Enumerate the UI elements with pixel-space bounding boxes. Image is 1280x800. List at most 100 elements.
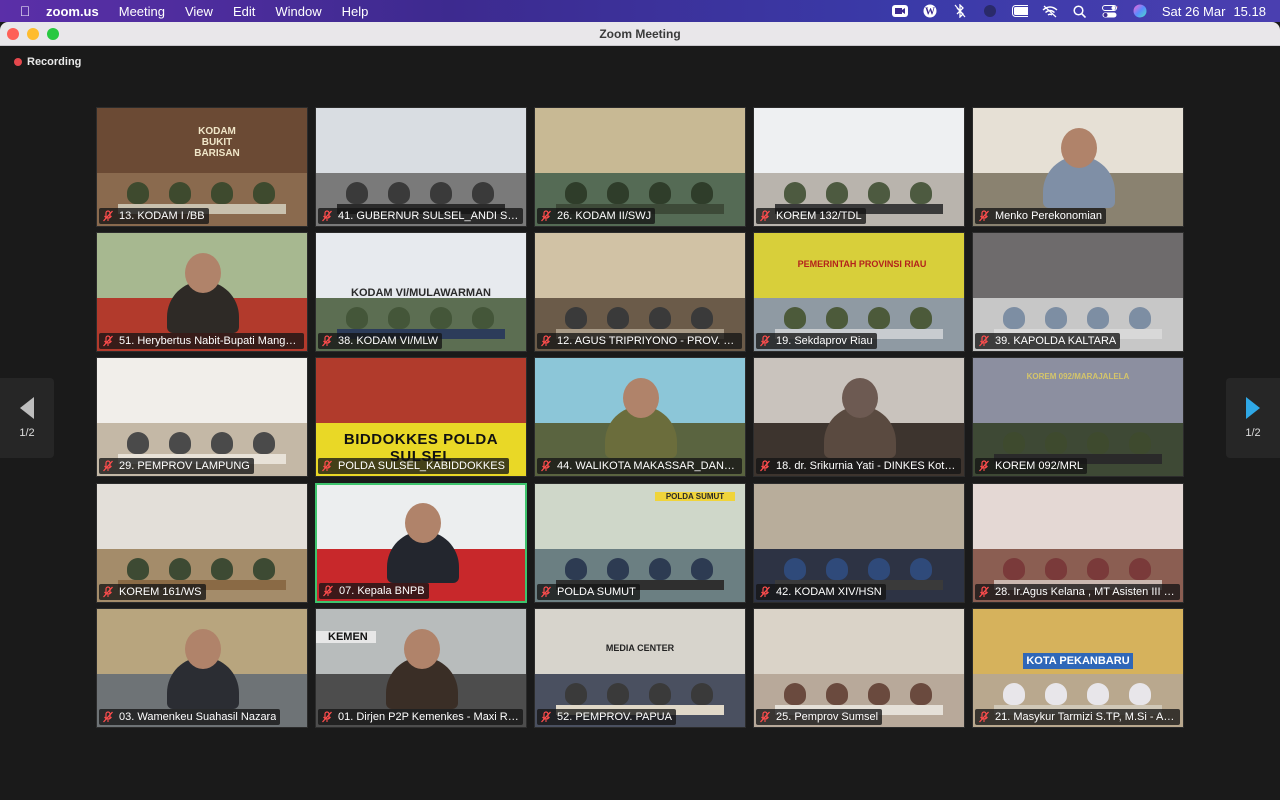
participant-tile[interactable]: Menko Perekonomian xyxy=(972,107,1184,227)
zoom-icon[interactable] xyxy=(891,4,908,18)
status-icon[interactable] xyxy=(982,4,998,18)
participant-tile[interactable]: 25. Pemprov Sumsel xyxy=(753,608,965,728)
participant-tile[interactable]: KODAM VI/MULAWARMAN 38. KODAM VI/MLW xyxy=(315,232,527,352)
mic-muted-icon xyxy=(102,711,114,723)
participant-name: 21. Masykur Tarmizi S.TP, M.Si - Asi... xyxy=(995,711,1176,723)
mic-muted-icon xyxy=(978,335,990,347)
participant-tile[interactable]: KOREM 161/WS xyxy=(96,483,308,603)
participant-tile[interactable]: KOREM 132/TDL xyxy=(753,107,965,227)
menu-window[interactable]: Window xyxy=(275,4,321,19)
room-banner-text: KOTA PEKANBARU xyxy=(1023,653,1133,669)
wordpress-icon[interactable]: W xyxy=(922,4,938,18)
participant-tile[interactable]: KOREM 092/MARAJALELA KOREM 092/MRL xyxy=(972,357,1184,477)
participant-name-label: 42. KODAM XIV/HSN xyxy=(756,584,886,600)
participant-tile[interactable]: 18. dr. Srikurnia Yati - DINKES Kota... xyxy=(753,357,965,477)
participant-name-label: 01. Dirjen P2P Kemenkes - Maxi Ro... xyxy=(318,709,523,725)
participant-name-label: 25. Pemprov Sumsel xyxy=(756,709,883,725)
participant-tile[interactable]: 39. KAPOLDA KALTARA xyxy=(972,232,1184,352)
mic-muted-icon xyxy=(322,585,334,597)
recording-indicator[interactable]: Recording xyxy=(14,56,81,68)
mic-muted-icon xyxy=(759,210,771,222)
participant-name-label: 18. dr. Srikurnia Yati - DINKES Kota... xyxy=(756,458,961,474)
next-page-button[interactable]: 1/2 xyxy=(1226,378,1280,458)
menu-meeting[interactable]: Meeting xyxy=(119,4,165,19)
mic-muted-icon xyxy=(321,210,333,222)
previous-page-label: 1/2 xyxy=(19,427,35,439)
participant-tile[interactable]: KEMEN 01. Dirjen P2P Kemenkes - Maxi Ro..… xyxy=(315,608,527,728)
participant-tile[interactable]: KODAM BUKIT BARISAN 13. KODAM I /BB xyxy=(96,107,308,227)
mic-muted-icon xyxy=(978,460,990,472)
participant-tile[interactable]: 28. Ir.Agus Kelana , MT Asisten III P... xyxy=(972,483,1184,603)
zoom-meeting-window: Zoom Meeting Recording 1/2 1/2 KODAM BUK… xyxy=(0,22,1280,800)
participant-name: 01. Dirjen P2P Kemenkes - Maxi Ro... xyxy=(338,711,519,723)
participant-tile[interactable]: 12. AGUS TRIPRIYONO - PROV. SU... xyxy=(534,232,746,352)
participant-tile[interactable]: 51. Herybertus Nabit-Bupati Mangg... xyxy=(96,232,308,352)
battery-icon[interactable] xyxy=(1011,4,1028,18)
menu-edit[interactable]: Edit xyxy=(233,4,255,19)
participant-tile[interactable]: 03. Wamenkeu Suahasil Nazara xyxy=(96,608,308,728)
participant-name-label: KOREM 161/WS xyxy=(99,584,206,600)
mic-muted-icon xyxy=(321,335,333,347)
recording-label: Recording xyxy=(27,56,82,68)
menu-app-name[interactable]: zoom.us xyxy=(46,4,99,19)
mic-muted-icon xyxy=(321,460,333,472)
participant-tile[interactable]: KOTA PEKANBARU 21. Masykur Tarmizi S.TP, … xyxy=(972,608,1184,728)
window-title: Zoom Meeting xyxy=(599,26,681,41)
svg-text:W: W xyxy=(925,7,935,18)
mic-muted-icon xyxy=(102,586,114,598)
participant-name: 39. KAPOLDA KALTARA xyxy=(995,335,1117,347)
participant-tile[interactable]: 42. KODAM XIV/HSN xyxy=(753,483,965,603)
search-icon[interactable] xyxy=(1072,4,1088,18)
room-banner-text: PEMERINTAH PROVINSI RIAU xyxy=(797,259,927,269)
participant-tile[interactable]: 44. WALIKOTA MAKASSAR_DANNY... xyxy=(534,357,746,477)
room-banner-text: MEDIA CENTER xyxy=(605,643,675,653)
participant-name: KOREM 132/TDL xyxy=(776,210,862,222)
participant-name-label: 13. KODAM I /BB xyxy=(99,208,209,224)
participant-tile[interactable]: 26. KODAM II/SWJ xyxy=(534,107,746,227)
participant-name-label: POLDA SUMUT xyxy=(537,584,640,600)
title-bar[interactable]: Zoom Meeting xyxy=(0,22,1280,46)
participant-name-label: 07. Kepala BNPB xyxy=(319,583,429,599)
participant-tile[interactable]: 07. Kepala BNPB xyxy=(315,483,527,603)
participant-name-label: 52. PEMPROV. PAPUA xyxy=(537,709,676,725)
participant-name: 18. dr. Srikurnia Yati - DINKES Kota... xyxy=(776,460,957,472)
wifi-off-icon[interactable] xyxy=(1042,4,1058,18)
participant-name-label: 41. GUBERNUR SULSEL_ANDI SUDI... xyxy=(318,208,523,224)
clock-time: 15.18 xyxy=(1233,3,1266,19)
control-center-icon[interactable] xyxy=(1101,4,1118,18)
menu-help[interactable]: Help xyxy=(342,4,369,19)
participant-name-label: KOREM 092/MRL xyxy=(975,458,1088,474)
participant-name: 25. Pemprov Sumsel xyxy=(776,711,879,723)
mic-muted-icon xyxy=(102,210,114,222)
siri-icon[interactable] xyxy=(1132,4,1148,18)
participant-name-label: 38. KODAM VI/MLW xyxy=(318,333,443,349)
bluetooth-off-icon[interactable] xyxy=(952,4,968,18)
previous-page-button[interactable]: 1/2 xyxy=(0,378,54,458)
participant-name: 07. Kepala BNPB xyxy=(339,585,425,597)
mic-muted-icon xyxy=(540,210,552,222)
menu-view[interactable]: View xyxy=(185,4,213,19)
mic-muted-icon xyxy=(759,335,771,347)
apple-icon[interactable]:  xyxy=(16,3,34,19)
participant-tile[interactable]: PEMERINTAH PROVINSI RIAU 19. Sekdaprov Ri… xyxy=(753,232,965,352)
participant-tile[interactable]: 41. GUBERNUR SULSEL_ANDI SUDI... xyxy=(315,107,527,227)
mic-muted-icon xyxy=(540,711,552,723)
participant-tile[interactable]: 29. PEMPROV LAMPUNG xyxy=(96,357,308,477)
participant-name-label: 44. WALIKOTA MAKASSAR_DANNY... xyxy=(537,458,742,474)
mic-muted-icon xyxy=(540,335,552,347)
participant-name: KOREM 161/WS xyxy=(119,586,202,598)
participant-tile[interactable]: BIDDOKKES POLDA SULSEL POLDA SULSEL_KABID… xyxy=(315,357,527,477)
mic-muted-icon xyxy=(540,460,552,472)
participant-name-label: KOREM 132/TDL xyxy=(756,208,866,224)
participant-tile[interactable]: MEDIA CENTER 52. PEMPROV. PAPUA xyxy=(534,608,746,728)
room-banner-text: KEMEN xyxy=(316,631,376,643)
menu-clock[interactable]: Sat 26 Mar 15.18 xyxy=(1162,4,1266,19)
room-banner-text: KODAM VI/MULAWARMAN xyxy=(351,287,491,299)
participant-name-label: 51. Herybertus Nabit-Bupati Mangg... xyxy=(99,333,304,349)
participant-tile[interactable]: POLDA SUMUT POLDA SUMUT xyxy=(534,483,746,603)
participant-name: POLDA SULSEL_KABIDDOKKES xyxy=(338,460,505,472)
mic-muted-icon xyxy=(978,586,990,598)
participant-name-label: 28. Ir.Agus Kelana , MT Asisten III P... xyxy=(975,584,1180,600)
participant-name-label: 29. PEMPROV LAMPUNG xyxy=(99,458,254,474)
participant-name: 13. KODAM I /BB xyxy=(119,210,205,222)
